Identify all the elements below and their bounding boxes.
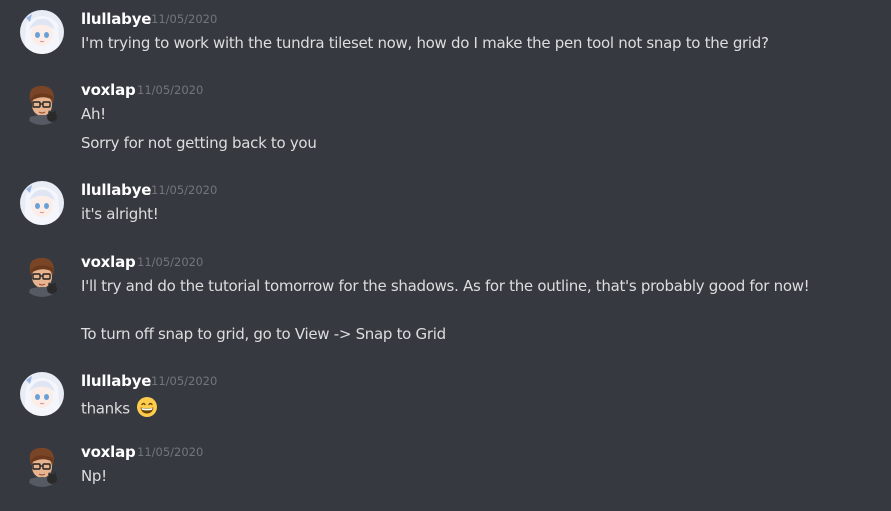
avatar-llullabye[interactable]: [20, 372, 64, 416]
message-text: I'll try and do the tutorial tomorrow fo…: [81, 277, 810, 295]
message-text: Ah!: [81, 105, 106, 123]
timestamp: 11/05/2020: [151, 12, 218, 26]
message-text: To turn off snap to grid, go to View -> …: [81, 325, 446, 343]
username[interactable]: voxlap: [81, 81, 136, 99]
username[interactable]: voxlap: [81, 253, 136, 271]
timestamp: 11/05/2020: [151, 374, 218, 388]
timestamp: 11/05/2020: [151, 183, 218, 197]
grinning-smile-emoji-icon[interactable]: [136, 396, 158, 422]
message-text: I'm trying to work with the tundra tiles…: [81, 34, 769, 52]
message-text: it's alright!: [81, 205, 159, 223]
timestamp: 11/05/2020: [137, 445, 204, 459]
avatar-llullabye[interactable]: [20, 10, 64, 54]
avatar-voxlap[interactable]: [20, 81, 64, 125]
username[interactable]: llullabye: [81, 10, 151, 28]
timestamp: 11/05/2020: [137, 255, 204, 269]
avatar-voxlap[interactable]: [20, 253, 64, 297]
message-text: Np!: [81, 467, 107, 485]
timestamp: 11/05/2020: [137, 83, 204, 97]
message-text: thanks: [81, 396, 158, 422]
username[interactable]: llullabye: [81, 372, 151, 390]
message-text: Sorry for not getting back to you: [81, 134, 317, 152]
message-text-content: thanks: [81, 399, 130, 418]
avatar-voxlap[interactable]: [20, 443, 64, 487]
avatar-llullabye[interactable]: [20, 181, 64, 225]
username[interactable]: llullabye: [81, 181, 151, 199]
username[interactable]: voxlap: [81, 443, 136, 461]
